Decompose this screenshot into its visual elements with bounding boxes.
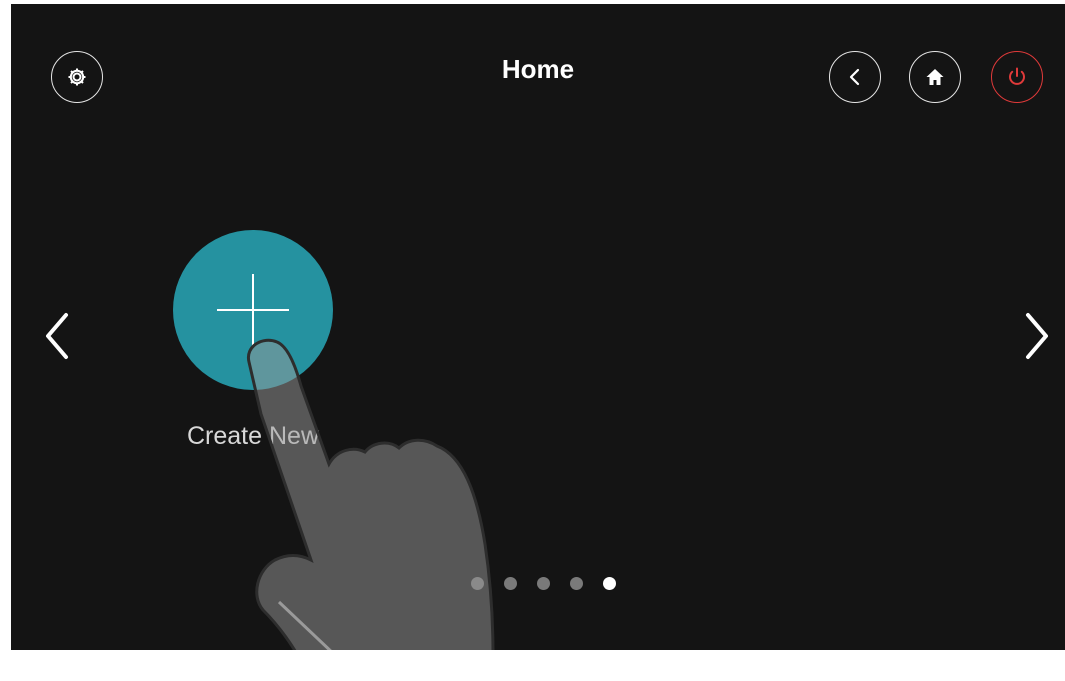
- create-new-button[interactable]: [173, 230, 333, 390]
- page-title: Home: [501, 54, 575, 84]
- create-new-label: Create New: [187, 422, 319, 450]
- chevron-right-icon: [1026, 313, 1048, 359]
- page-dot-2[interactable]: [504, 577, 517, 590]
- next-page-button[interactable]: [1017, 306, 1057, 366]
- power-icon: [1009, 67, 1025, 85]
- back-button[interactable]: [829, 51, 881, 103]
- previous-page-button[interactable]: [37, 306, 77, 366]
- device-screen: Home Create New: [11, 4, 1065, 650]
- power-button[interactable]: [991, 51, 1043, 103]
- page-dot-4[interactable]: [570, 577, 583, 590]
- page-indicator: [471, 577, 616, 590]
- plus-icon: [217, 274, 289, 346]
- chevron-left-icon: [849, 68, 860, 86]
- page-dot-5[interactable]: [603, 577, 616, 590]
- home-button[interactable]: [909, 51, 961, 103]
- chevron-left-icon: [46, 313, 68, 359]
- house-icon: [926, 69, 944, 85]
- page-dot-3[interactable]: [537, 577, 550, 590]
- page-dot-1[interactable]: [471, 577, 484, 590]
